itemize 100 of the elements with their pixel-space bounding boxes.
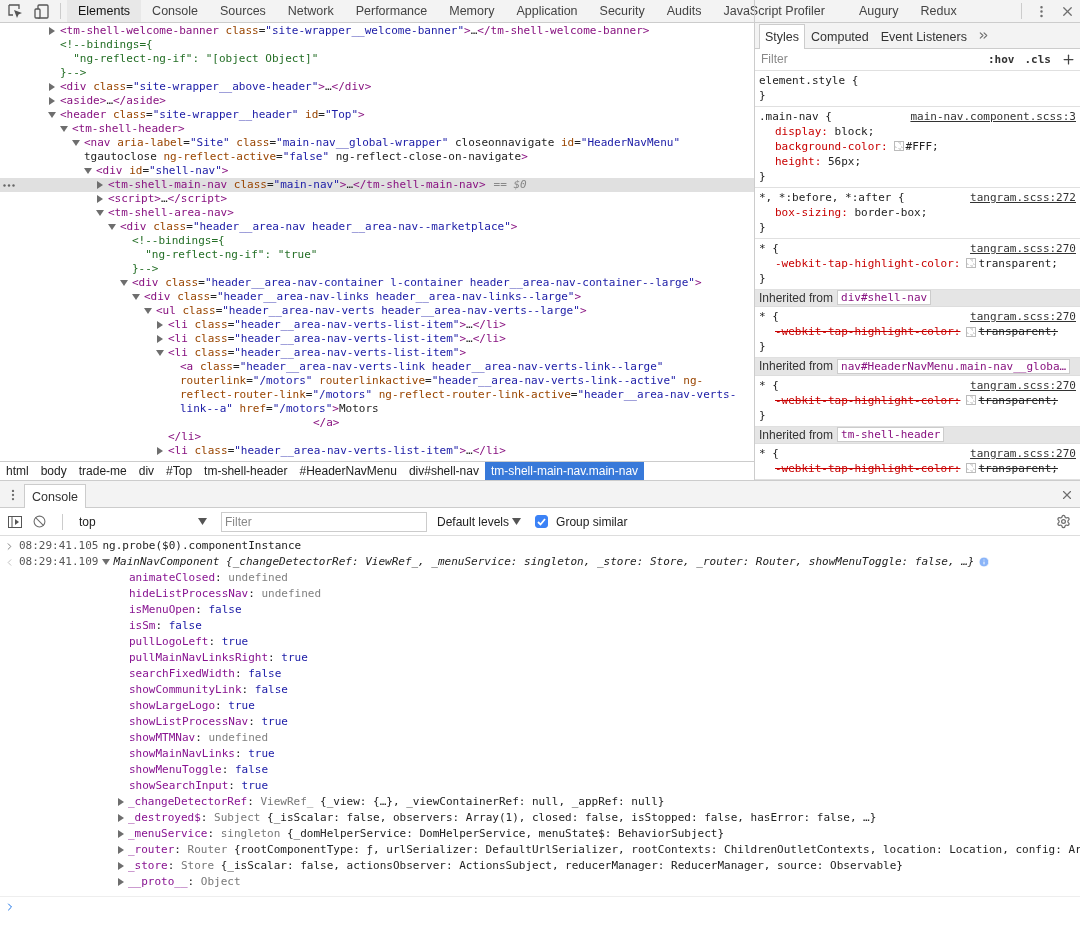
sidebar-toggle-icon[interactable]: [8, 515, 22, 528]
panel-tab[interactable]: Security: [588, 0, 656, 22]
dom-node[interactable]: <nav aria-label="Site" class="main-nav__global-wrapper" closeonnavigate id="HeaderNavMenu" tgautoclose ng-reflect-active="false" ng-reflect-close-on-navigate>: [0, 136, 754, 164]
object-property[interactable]: _store: Store {_isScalar: false, actionsObserver: ActionsSubject, reducerManager: ReducerManager, source: Observable}: [117, 858, 903, 874]
levels-dropdown[interactable]: Default levels: [437, 514, 522, 529]
panel-tab[interactable]: JavaScript Profiler: [712, 0, 836, 22]
panel-tab[interactable]: Audits: [655, 0, 713, 22]
panel-tab[interactable]: Application: [505, 0, 589, 22]
dom-node[interactable]: <li class="header__area-nav-verts-list-item">: [0, 346, 754, 360]
more-icon[interactable]: [3, 184, 15, 187]
source-link[interactable]: tangram.scss:272: [970, 189, 1076, 205]
dom-node[interactable]: <!--bindings={ "ng-reflect-ng-if": "[object Object]" }-->: [0, 38, 754, 80]
styles-tab[interactable]: Computed: [805, 24, 875, 49]
breadcrumb[interactable]: tm-shell-header: [198, 462, 294, 480]
inherited-source[interactable]: div#shell-nav: [837, 290, 932, 306]
dom-node[interactable]: <li class="header__area-nav-verts-list-item">…</li>: [0, 318, 754, 332]
disclosure-triangle-icon[interactable]: [84, 167, 92, 175]
breadcrumb[interactable]: trade-me: [72, 462, 133, 480]
disclosure-triangle-icon[interactable]: [96, 195, 104, 203]
disclosure-triangle-icon[interactable]: [156, 447, 164, 455]
color-swatch[interactable]: [966, 395, 977, 406]
source-link[interactable]: tangram.scss:270: [970, 309, 1076, 325]
breadcrumb[interactable]: #Top: [160, 462, 199, 480]
disclosure-triangle-icon[interactable]: [108, 223, 116, 231]
dom-node[interactable]: <tm-shell-welcome-banner class="site-wrapper__welcome-banner">…</tm-shell-welcome-banner>: [0, 24, 754, 38]
dom-node[interactable]: <div class="header__area-nav-container l-container header__area-nav-container--large">: [0, 276, 754, 290]
disclosure-triangle-icon[interactable]: [117, 814, 125, 822]
disclosure-triangle-icon[interactable]: [132, 293, 140, 301]
object-property[interactable]: _destroyed$: Subject {_isScalar: false, observers: Array(1), closed: false, isStopped: false, hasError: false, …}: [117, 810, 877, 826]
panel-tab[interactable]: Memory: [438, 0, 506, 22]
breadcrumb[interactable]: body: [34, 462, 73, 480]
color-swatch[interactable]: [893, 141, 904, 152]
source-link[interactable]: tangram.scss:270: [970, 446, 1076, 461]
disclosure-triangle-icon[interactable]: [48, 111, 56, 119]
dom-node[interactable]: <ul class="header__area-nav-verts header__area-nav-verts--large">: [0, 304, 754, 318]
dom-node[interactable]: <div class="header__area-nav header__area-nav--marketplace">: [0, 220, 754, 234]
styles-tab[interactable]: Event Listeners: [874, 24, 973, 49]
disclosure-triangle-icon[interactable]: [117, 862, 125, 870]
object-property[interactable]: _changeDetectorRef: ViewRef_ {_view: {…}, _viewContainerRef: null, _appRef: null}: [117, 794, 665, 810]
dom-node[interactable]: <header class="site-wrapper__header" id="Top">: [0, 108, 754, 122]
panel-tab[interactable]: Sources: [209, 0, 277, 22]
source-link[interactable]: main-nav.component.scss:3: [910, 108, 1076, 124]
object-summary[interactable]: MainNavComponent {_changeDetectorRef: ViewRef_, _menuService: singleton, _store: Store, _router: Router, showMenuToggle: false, …}: [113, 554, 975, 570]
disclosure-triangle-icon[interactable]: [96, 181, 104, 189]
color-swatch[interactable]: [966, 326, 977, 337]
disclosure-triangle-icon[interactable]: [72, 139, 80, 147]
drawer-tab[interactable]: Console: [24, 484, 86, 508]
dom-node[interactable]: <tm-shell-main-nav class="main-nav">…</tm-shell-main-nav> == $0: [0, 178, 754, 192]
panel-tab[interactable]: Redux: [909, 0, 968, 22]
color-swatch[interactable]: [966, 258, 977, 269]
panel-tab[interactable]: Console: [141, 0, 209, 22]
disclosure-triangle-icon[interactable]: [120, 279, 128, 287]
breadcrumb[interactable]: tm-shell-main-nav.main-nav: [484, 462, 645, 480]
disclosure-triangle-icon[interactable]: [156, 349, 164, 357]
disclosure-triangle-icon[interactable]: [156, 321, 164, 329]
color-swatch[interactable]: [966, 463, 977, 474]
dom-node[interactable]: <div class="site-wrapper__above-header">…</div>: [0, 80, 754, 94]
inherited-source[interactable]: tm-shell-header: [837, 427, 945, 443]
disclosure-triangle-icon[interactable]: [117, 798, 125, 806]
dom-node[interactable]: <tm-shell-area-nav>: [0, 206, 754, 220]
inherited-source[interactable]: nav#HeaderNavMenu.main-nav__globa…: [837, 358, 1071, 374]
disclosure-triangle-icon[interactable]: [48, 97, 56, 105]
panel-tab[interactable]: Performance: [344, 0, 439, 22]
panel-tab[interactable]: Network: [276, 0, 345, 22]
disclosure-triangle-icon[interactable]: [102, 558, 111, 566]
styles-tab[interactable]: Styles: [759, 24, 806, 49]
hover-state-toggle[interactable]: :hov: [988, 52, 1015, 66]
disclosure-triangle-icon[interactable]: [60, 125, 68, 133]
dom-node[interactable]: <!--bindings={ "ng-reflect-ng-if": "true" }-->: [0, 234, 754, 276]
add-rule-icon[interactable]: [1061, 51, 1076, 67]
breadcrumb[interactable]: div#shell-nav: [402, 462, 485, 480]
dom-node[interactable]: <tm-shell-header>: [0, 122, 754, 136]
disclosure-triangle-icon[interactable]: [117, 878, 125, 886]
disclosure-triangle-icon[interactable]: [48, 27, 56, 35]
styles-filter-field[interactable]: Filter: [759, 51, 978, 68]
context-select[interactable]: top: [73, 511, 213, 532]
object-property[interactable]: _menuService: singleton {_domHelperService: DomHelperService, menuState$: BehaviorSubject}: [117, 826, 725, 842]
class-toggle[interactable]: .cls: [1024, 52, 1051, 66]
disclosure-triangle-icon[interactable]: [117, 846, 125, 854]
disclosure-triangle-icon[interactable]: [117, 830, 125, 838]
checkbox[interactable]: [535, 515, 549, 528]
breadcrumb[interactable]: html: [0, 462, 35, 480]
console-filter-field[interactable]: Filter: [221, 511, 427, 532]
disclosure-triangle-icon[interactable]: [48, 83, 56, 91]
breadcrumb[interactable]: div: [132, 462, 161, 480]
dom-node[interactable]: <script>…</script>: [0, 192, 754, 206]
dom-node[interactable]: <aside>…</aside>: [0, 94, 754, 108]
object-property[interactable]: __proto__: Object: [117, 874, 241, 890]
panel-tab[interactable]: Elements: [67, 0, 142, 22]
dom-node[interactable]: <li class="header__area-nav-verts-list-item">…</li>: [0, 332, 754, 346]
breadcrumb[interactable]: #HeaderNavMenu: [293, 462, 403, 480]
dom-node[interactable]: <a class="header__area-nav-verts-link header__area-nav-verts-link--large" routerlink="/motors" routerlinkactive="header__area-nav-verts-link--active" ng-reflect-router-link="/motors" ng-reflect-router-link-active="header__area-nav-verts-link--a" href="/motors">Motors: [0, 360, 754, 416]
source-link[interactable]: tangram.scss:270: [970, 240, 1076, 256]
disclosure-triangle-icon[interactable]: [144, 307, 152, 315]
source-link[interactable]: tangram.scss:270: [970, 377, 1076, 393]
panel-tab[interactable]: Augury: [847, 0, 910, 22]
dom-node[interactable]: <li class="header__area-nav-verts-list-item">…</li>: [0, 444, 754, 458]
dom-node[interactable]: <div id="shell-nav">: [0, 164, 754, 178]
disclosure-triangle-icon[interactable]: [96, 209, 104, 217]
dom-node[interactable]: <div class="header__area-nav-links header__area-nav-links--large">: [0, 290, 754, 304]
